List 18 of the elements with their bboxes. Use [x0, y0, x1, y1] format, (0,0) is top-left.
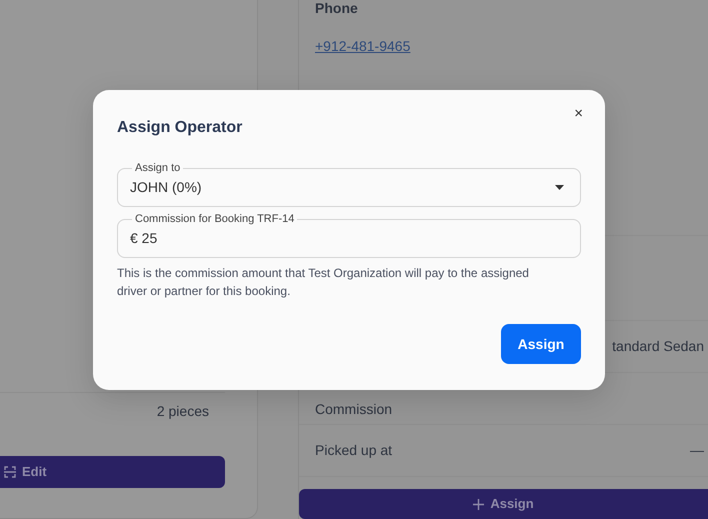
assign-button[interactable]: Assign — [299, 489, 708, 519]
commission-field[interactable]: Commission for Booking TRF-14 € 25 — [117, 214, 581, 258]
modal-title: Assign Operator — [117, 118, 244, 138]
help-text: This is the commission amount that Test Organization will pay to the assigned driver or partner for this booking. — [117, 265, 530, 300]
edit-button[interactable]: Edit — [0, 456, 225, 488]
detail-value: — — [690, 441, 704, 460]
detail-label: Commission — [315, 400, 392, 420]
caret-icon — [555, 184, 564, 190]
scan-icon — [4, 466, 16, 478]
plus-icon — [473, 498, 484, 510]
close-button[interactable]: × — [570, 104, 587, 123]
quantity-value: 2 pieces — [156, 402, 210, 421]
assign-to-select[interactable]: Assign to JOHN (0%) — [117, 163, 581, 208]
detail-value: tandard Sedan — [612, 337, 704, 356]
phone-link[interactable]: +912-481-9465 — [299, 36, 410, 57]
assign-button[interactable]: Assign — [501, 324, 581, 364]
phone-label: Phone — [314, 0, 359, 16]
detail-label: Picked up at — [315, 441, 392, 460]
